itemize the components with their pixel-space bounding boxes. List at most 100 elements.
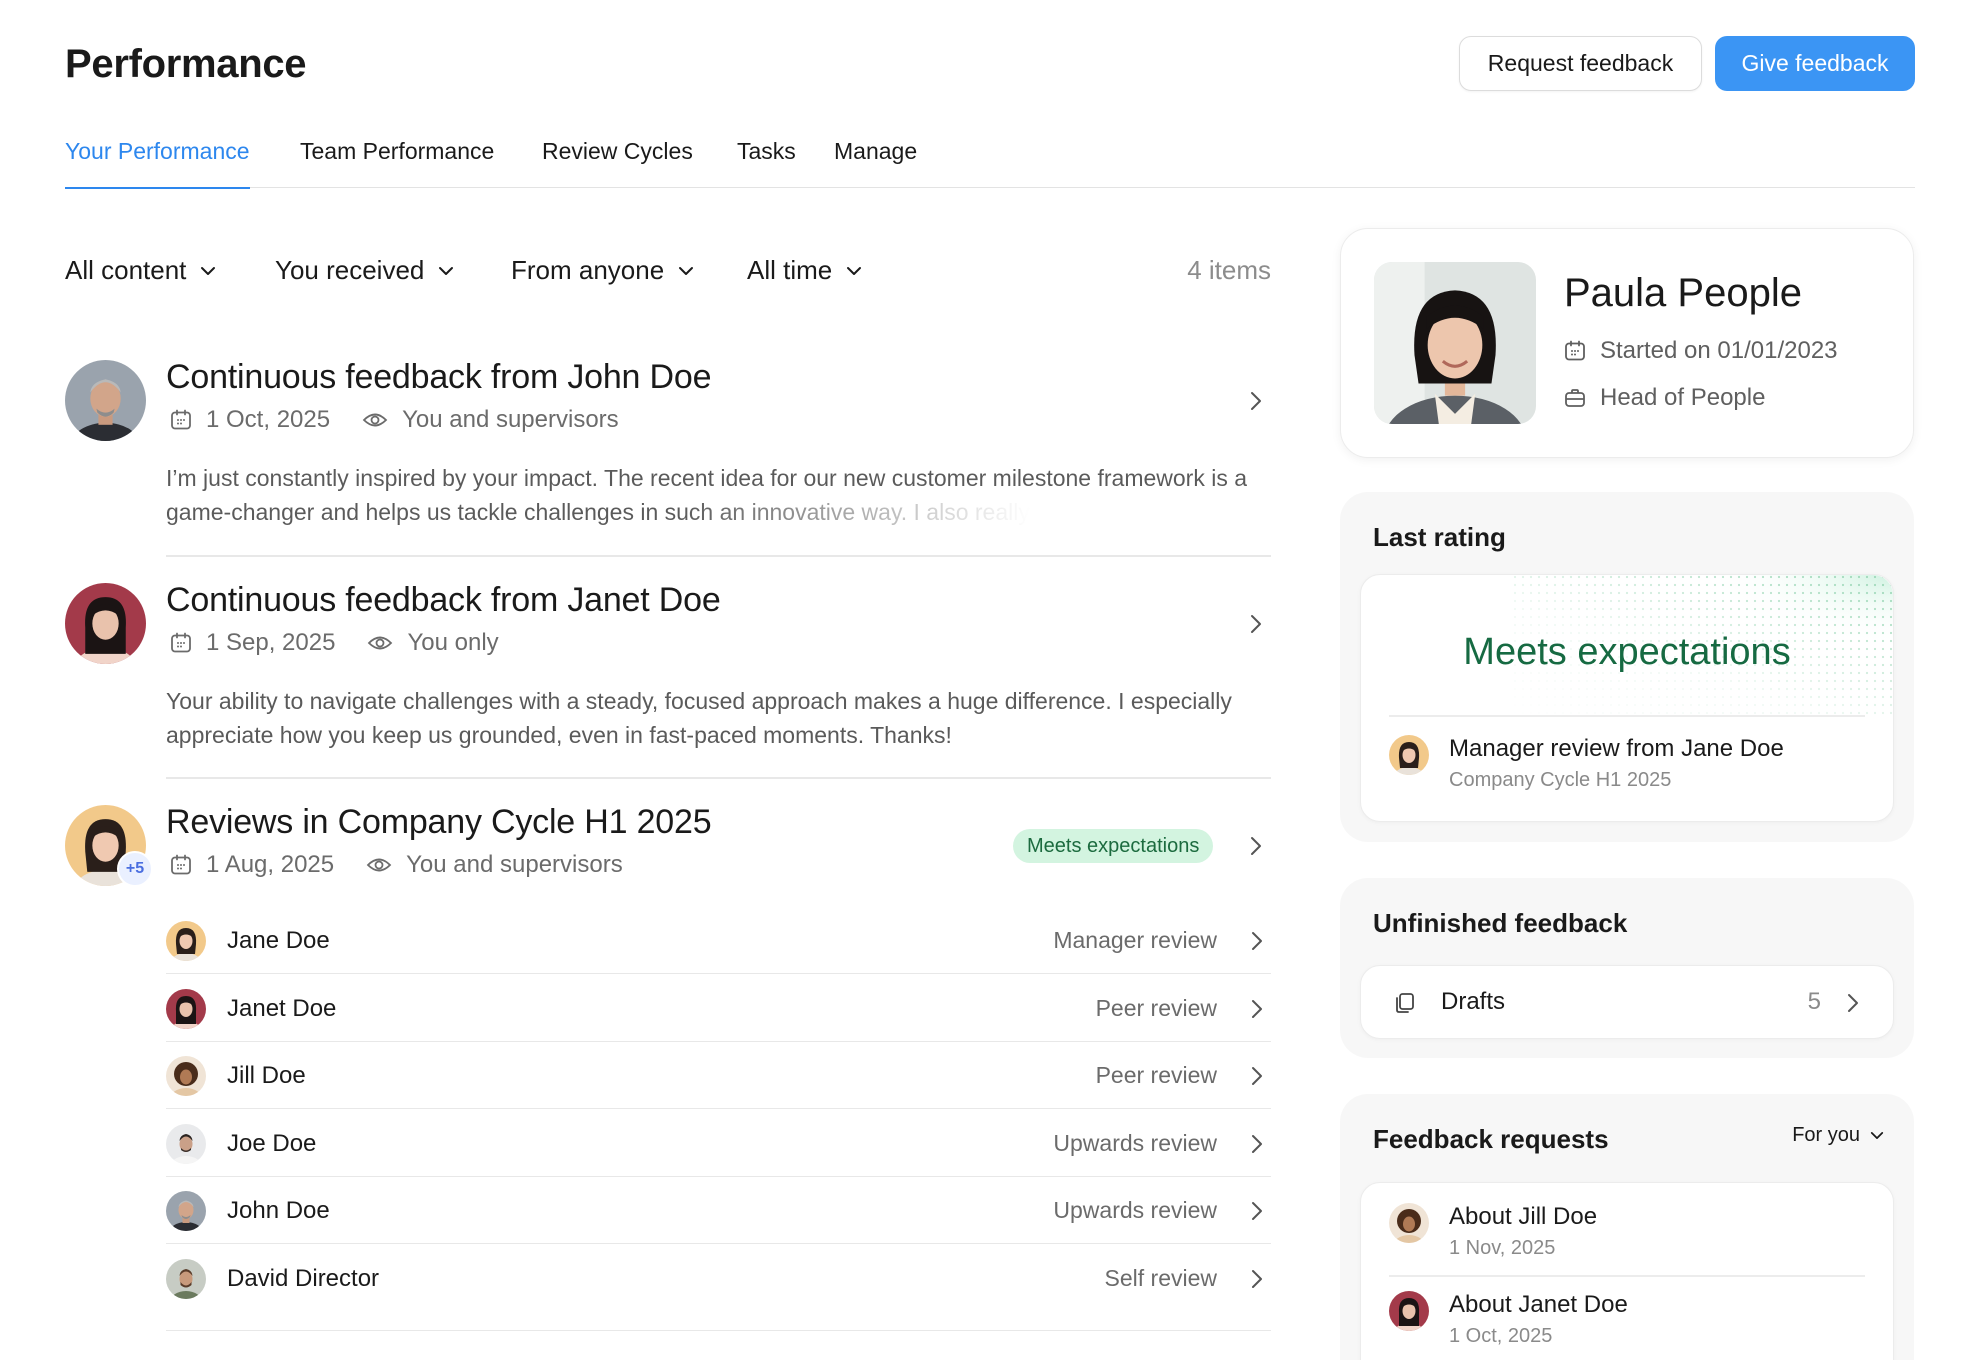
- avatar: [65, 583, 146, 664]
- briefcase-icon: [1565, 389, 1585, 407]
- cycle-visibility: You and supervisors: [406, 851, 623, 878]
- content-filter-dropdown[interactable]: All content: [65, 255, 216, 286]
- avatar: [166, 1056, 206, 1096]
- chevron-down-icon: [847, 266, 862, 275]
- review-cycle: Company Cycle H1 2025: [1449, 769, 1672, 791]
- profile-name: Paula People: [1564, 271, 1802, 315]
- start-date-text: Started on 01/01/2023: [1600, 337, 1838, 364]
- tab-manage[interactable]: Manage: [834, 138, 917, 188]
- unfinished-feedback-panel: Unfinished feedback Drafts 5: [1340, 878, 1914, 1058]
- requests-filter-label: For you: [1792, 1124, 1860, 1146]
- page-title: Performance: [65, 42, 307, 86]
- reviewer-row[interactable]: John Doe Upwards review: [166, 1177, 1271, 1244]
- profile-start-date: Started on 01/01/2023: [1564, 337, 1838, 365]
- chevron-right-icon: [1252, 932, 1262, 950]
- last-rating-panel: Last rating Meets expectations Manager r…: [1340, 492, 1914, 842]
- feedback-date: 1 Sep, 2025: [206, 629, 336, 656]
- avatar: [1389, 1203, 1429, 1243]
- reviewer-row[interactable]: Joe Doe Upwards review: [166, 1110, 1271, 1177]
- copy-icon: [1396, 993, 1414, 1013]
- rating-value: Meets expectations: [1463, 631, 1791, 673]
- panel-title: Last rating: [1373, 522, 1506, 552]
- page-header: Performance Request feedback Give feedba…: [65, 36, 1915, 96]
- reviewer-row[interactable]: David Director Self review: [166, 1245, 1271, 1331]
- give-feedback-button[interactable]: Give feedback: [1715, 36, 1915, 91]
- reviewer-row[interactable]: Janet Doe Peer review: [166, 975, 1271, 1042]
- reviewer-name: Jill Doe: [227, 1062, 306, 1089]
- cycle-date: 1 Aug, 2025: [206, 851, 335, 878]
- time-filter-label: All time: [747, 255, 833, 285]
- divider: [1389, 715, 1865, 717]
- feedback-body: I’m just constantly inspired by your imp…: [166, 465, 1248, 525]
- chevron-right-icon: [1252, 1135, 1262, 1153]
- chevron-right-icon: [1252, 1067, 1262, 1085]
- time-filter-dropdown[interactable]: All time: [747, 255, 862, 286]
- content-filter-label: All content: [65, 255, 187, 285]
- panel-title: Unfinished feedback: [1373, 908, 1628, 938]
- profile-card: Paula People Started on 01/01/2023 Head …: [1340, 228, 1914, 458]
- source-filter-label: From anyone: [511, 255, 665, 285]
- chevron-down-icon: [439, 266, 454, 275]
- review-type: Peer review: [1095, 1062, 1217, 1088]
- chevron-right-icon: [1252, 1270, 1262, 1288]
- avatar: [166, 989, 206, 1029]
- request-title: About Jill Doe: [1449, 1203, 1598, 1230]
- avatar: [166, 1191, 206, 1231]
- tab-team-performance[interactable]: Team Performance: [300, 138, 494, 188]
- tab-bar: Your Performance Team Performance Review…: [65, 132, 1915, 189]
- avatar: [166, 1259, 206, 1299]
- reviewer-name: Joe Doe: [227, 1130, 317, 1157]
- avatar: [65, 360, 146, 441]
- tab-review-cycles[interactable]: Review Cycles: [542, 138, 693, 188]
- chevron-right-icon: [1848, 994, 1858, 1012]
- items-count: 4 items: [1187, 255, 1271, 285]
- source-filter-dropdown[interactable]: From anyone: [511, 255, 694, 286]
- eye-icon: [362, 413, 388, 427]
- role-text: Head of People: [1600, 384, 1766, 411]
- feedback-requests-panel: Feedback requests For you About Jill Doe…: [1340, 1094, 1914, 1360]
- requests-filter-dropdown[interactable]: For you: [1792, 1124, 1884, 1147]
- rating-card[interactable]: Meets expectations Manager review from J…: [1360, 574, 1894, 822]
- chevron-right-icon[interactable]: [1250, 614, 1262, 634]
- chevron-right-icon[interactable]: [1250, 391, 1262, 411]
- tab-tasks[interactable]: Tasks: [737, 138, 796, 188]
- feedback-visibility: You and supervisors: [402, 406, 619, 433]
- drafts-row[interactable]: Drafts 5: [1360, 965, 1894, 1039]
- profile-role: Head of People: [1564, 384, 1765, 412]
- chevron-down-icon: [679, 266, 694, 275]
- cycle-title: Reviews in Company Cycle H1 2025: [166, 803, 712, 841]
- eye-icon: [366, 858, 392, 872]
- feedback-meta: 1 Sep, 2025 You only: [170, 629, 499, 657]
- reviewer-row[interactable]: Jill Doe Peer review: [166, 1042, 1271, 1109]
- more-reviewers-badge: +5: [117, 851, 153, 887]
- chevron-down-icon: [1870, 1132, 1884, 1139]
- review-type: Manager review: [1053, 927, 1217, 953]
- tab-your-performance[interactable]: Your Performance: [65, 138, 250, 189]
- feedback-title: Continuous feedback from John Doe: [166, 358, 712, 396]
- feedback-date: 1 Oct, 2025: [206, 406, 331, 433]
- review-title: Manager review from Jane Doe: [1449, 735, 1784, 762]
- chevron-right-icon: [1252, 1000, 1262, 1018]
- panel-title: Feedback requests: [1373, 1124, 1609, 1154]
- chevron-right-icon[interactable]: [1250, 836, 1262, 856]
- chevron-right-icon: [1252, 1202, 1262, 1220]
- direction-filter-dropdown[interactable]: You received: [275, 255, 454, 286]
- review-type: Self review: [1104, 1265, 1217, 1291]
- feedback-body: Your ability to navigate challenges with…: [166, 688, 1232, 748]
- filter-bar: All content You received From anyone All…: [65, 255, 1271, 295]
- feedback-title: Continuous feedback from Janet Doe: [166, 581, 721, 619]
- request-feedback-button[interactable]: Request feedback: [1459, 36, 1702, 91]
- eye-icon: [368, 636, 393, 650]
- direction-filter-label: You received: [275, 255, 425, 285]
- reviewer-name: Janet Doe: [227, 995, 337, 1022]
- calendar-icon: [171, 632, 191, 653]
- reviewer-row[interactable]: Jane Doe Manager review: [166, 907, 1271, 974]
- avatar: [166, 1124, 206, 1164]
- request-title: About Janet Doe: [1449, 1291, 1628, 1318]
- rating-badge: Meets expectations: [1013, 829, 1214, 863]
- reviewer-name: John Doe: [227, 1197, 330, 1224]
- divider: [1389, 1275, 1865, 1277]
- divider: [166, 777, 1271, 779]
- review-type: Upwards review: [1053, 1130, 1217, 1156]
- drafts-label: Drafts: [1441, 988, 1506, 1015]
